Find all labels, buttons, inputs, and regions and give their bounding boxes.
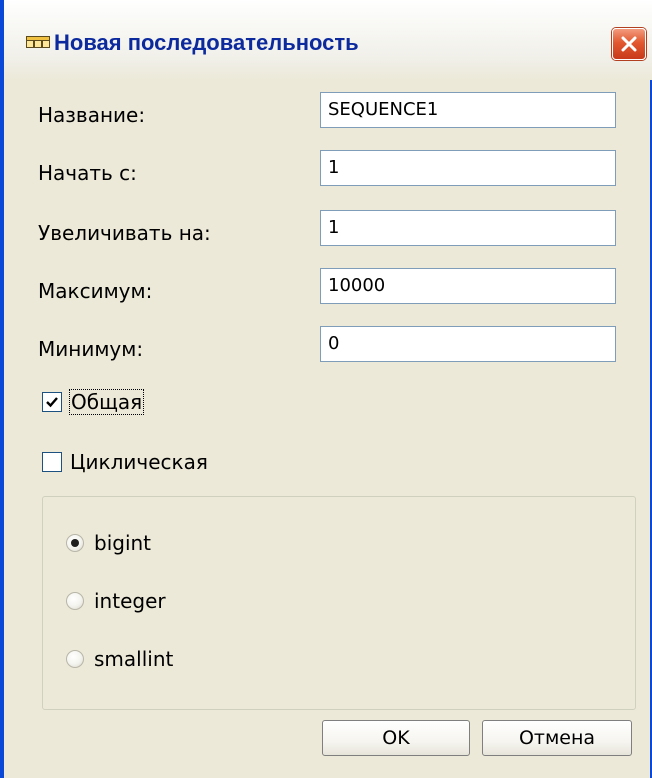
close-icon xyxy=(621,36,637,52)
increment-label: Увеличивать на: xyxy=(38,221,211,245)
name-label: Название: xyxy=(38,103,146,127)
min-input[interactable]: 0 xyxy=(320,326,616,362)
dialog-title: Новая последовательность xyxy=(54,30,359,55)
radio-bigint-button[interactable] xyxy=(66,534,84,552)
start-label: Начать с: xyxy=(38,161,137,185)
cyclic-checkbox[interactable]: Циклическая xyxy=(42,450,208,474)
name-input[interactable]: SEQUENCE1 xyxy=(320,92,616,128)
new-sequence-dialog: Новая последовательность Название: SEQUE… xyxy=(0,0,652,778)
table-grid-icon xyxy=(26,36,50,48)
shared-checkbox[interactable]: Общая xyxy=(42,389,145,415)
shared-checkbox-label: Общая xyxy=(68,389,145,415)
radio-bigint[interactable]: bigint xyxy=(66,531,151,555)
radio-smallint-label: smallint xyxy=(94,647,174,671)
increment-input-value: 1 xyxy=(328,217,340,238)
cyclic-checkbox-box[interactable] xyxy=(42,452,62,472)
radio-integer-button[interactable] xyxy=(66,592,84,610)
radio-selected-dot xyxy=(71,539,79,547)
max-label: Максимум: xyxy=(38,279,153,303)
start-input-value: 1 xyxy=(328,157,340,178)
start-input[interactable]: 1 xyxy=(320,150,616,186)
radio-smallint-button[interactable] xyxy=(66,650,84,668)
min-input-value: 0 xyxy=(328,333,340,354)
checkmark-icon xyxy=(46,397,58,408)
title-bar[interactable]: Новая последовательность xyxy=(4,0,652,80)
max-input-value: 10000 xyxy=(328,275,386,296)
max-input[interactable]: 10000 xyxy=(320,268,616,304)
shared-checkbox-box[interactable] xyxy=(42,392,62,412)
name-input-value: SEQUENCE1 xyxy=(328,99,439,120)
radio-integer[interactable]: integer xyxy=(66,589,166,613)
cyclic-checkbox-label: Циклическая xyxy=(70,450,208,474)
close-button[interactable] xyxy=(612,28,646,60)
cancel-button[interactable]: Отмена xyxy=(482,720,632,756)
radio-bigint-label: bigint xyxy=(94,531,152,555)
min-label: Минимум: xyxy=(38,337,144,361)
increment-input[interactable]: 1 xyxy=(320,210,616,246)
radio-smallint[interactable]: smallint xyxy=(66,647,173,671)
radio-integer-label: integer xyxy=(94,589,166,613)
ok-button[interactable]: OK xyxy=(322,720,470,756)
